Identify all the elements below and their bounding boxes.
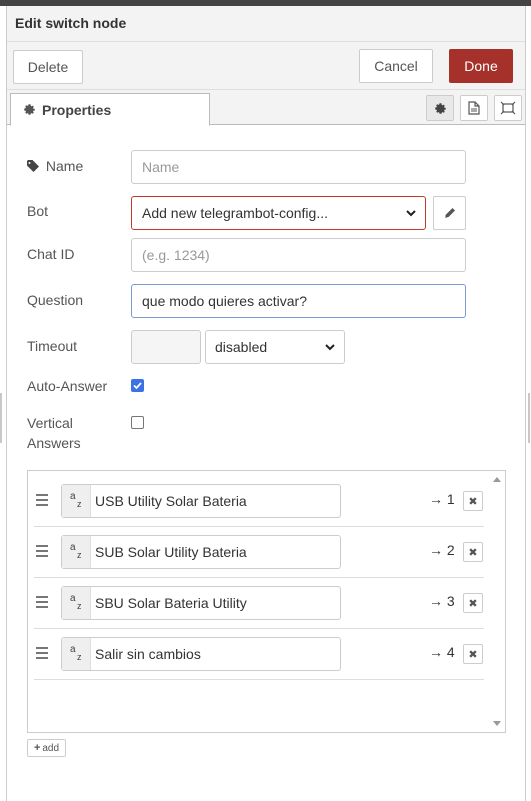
timeout-input[interactable] bbox=[131, 330, 201, 364]
rule-text: Salir sin cambios bbox=[95, 646, 201, 662]
appearance-icon bbox=[500, 101, 516, 115]
done-button[interactable]: Done bbox=[449, 49, 513, 83]
gear-icon bbox=[24, 104, 35, 115]
chatid-placeholder: (e.g. 1234) bbox=[142, 247, 210, 263]
string-type-icon[interactable]: a z bbox=[62, 587, 91, 619]
drag-handle-icon[interactable] bbox=[36, 596, 48, 611]
timeout-label: Timeout bbox=[27, 338, 78, 354]
pencil-icon bbox=[444, 208, 455, 218]
name-label-row: Name bbox=[27, 156, 83, 176]
rules-list: a z USB Utility Solar Bateria → 1 ✖ a z … bbox=[27, 470, 506, 733]
vertical-answers-checkbox[interactable] bbox=[131, 416, 144, 429]
output-port-label: → 3 bbox=[429, 593, 455, 609]
remove-rule-button[interactable]: ✖ bbox=[463, 644, 483, 664]
tab-description[interactable] bbox=[460, 95, 488, 121]
scroll-down-arrow-icon[interactable] bbox=[493, 721, 501, 726]
string-type-icon[interactable]: a z bbox=[62, 485, 91, 517]
gear-icon bbox=[434, 102, 446, 114]
left-border bbox=[6, 6, 7, 801]
drag-handle-icon[interactable] bbox=[36, 545, 48, 560]
remove-rule-button[interactable]: ✖ bbox=[463, 593, 483, 613]
close-icon: ✖ bbox=[468, 648, 478, 661]
rule-value-input[interactable]: a z SBU Solar Bateria Utility bbox=[61, 586, 341, 620]
tray-title: Edit switch node bbox=[15, 15, 127, 31]
list-item: a z USB Utility Solar Bateria → 1 ✖ bbox=[34, 476, 484, 527]
checkmark-icon bbox=[133, 382, 142, 390]
drag-handle-icon[interactable] bbox=[36, 494, 48, 509]
vertical-answers-label: Vertical Answers bbox=[27, 413, 81, 453]
name-placeholder: Name bbox=[142, 159, 180, 175]
autoanswer-label: Auto-Answer bbox=[27, 378, 108, 394]
output-port-label: → 4 bbox=[429, 644, 455, 660]
close-icon: ✖ bbox=[468, 495, 478, 508]
add-label: add bbox=[42, 742, 60, 754]
tab-properties-label: Properties bbox=[42, 101, 112, 118]
chatid-label: Chat ID bbox=[27, 246, 75, 262]
tab-bar: Properties bbox=[7, 90, 525, 126]
list-item: a z SUB Solar Utility Bateria → 2 ✖ bbox=[34, 527, 484, 578]
question-label: Question bbox=[27, 292, 84, 308]
rule-text: SBU Solar Bateria Utility bbox=[95, 595, 247, 611]
bot-select[interactable]: Add new telegrambot-config... bbox=[131, 196, 426, 230]
tab-appearance[interactable] bbox=[494, 95, 522, 121]
tab-properties[interactable]: Properties bbox=[10, 93, 210, 126]
output-port-label: → 2 bbox=[429, 542, 455, 558]
bot-select-value: Add new telegrambot-config... bbox=[142, 205, 328, 221]
tab-settings[interactable] bbox=[426, 95, 454, 121]
drag-handle-icon[interactable] bbox=[36, 647, 48, 662]
autoanswer-checkbox[interactable] bbox=[131, 379, 144, 392]
chatid-input[interactable]: (e.g. 1234) bbox=[131, 238, 466, 272]
close-icon: ✖ bbox=[468, 597, 478, 610]
scroll-up-arrow-icon[interactable] bbox=[493, 477, 501, 482]
output-port-label: → 1 bbox=[429, 491, 455, 507]
list-item: a z SBU Solar Bateria Utility → 3 ✖ bbox=[34, 578, 484, 629]
add-rule-button[interactable]: + add bbox=[27, 739, 66, 757]
remove-rule-button[interactable]: ✖ bbox=[463, 491, 483, 511]
rule-value-input[interactable]: a z USB Utility Solar Bateria bbox=[61, 484, 341, 518]
chevron-down-icon bbox=[406, 210, 416, 217]
chevron-down-icon bbox=[325, 344, 335, 351]
cancel-button[interactable]: Cancel bbox=[359, 49, 433, 83]
bot-label: Bot bbox=[27, 203, 49, 219]
timeout-unit-value: disabled bbox=[215, 339, 268, 355]
question-value: que modo quieres activar? bbox=[142, 293, 307, 309]
name-label: Name bbox=[45, 158, 84, 174]
name-input[interactable]: Name bbox=[131, 150, 466, 184]
list-item: a z Salir sin cambios → 4 ✖ bbox=[34, 629, 484, 680]
right-resize-grip[interactable] bbox=[528, 393, 530, 443]
tray-toolbar: Delete Cancel Done bbox=[7, 42, 525, 90]
rule-text: SUB Solar Utility Bateria bbox=[95, 544, 247, 560]
vertical-label-line2: Answers bbox=[27, 435, 81, 451]
document-icon bbox=[468, 101, 480, 115]
question-input[interactable]: que modo quieres activar? bbox=[131, 284, 466, 318]
close-icon: ✖ bbox=[468, 546, 478, 559]
string-type-icon[interactable]: a z bbox=[62, 638, 91, 670]
vertical-label-line1: Vertical bbox=[27, 415, 73, 431]
plus-icon: + bbox=[33, 742, 41, 754]
edit-bot-button[interactable] bbox=[433, 196, 466, 230]
tag-icon bbox=[27, 160, 39, 172]
right-border bbox=[525, 6, 526, 801]
rule-value-input[interactable]: a z SUB Solar Utility Bateria bbox=[61, 535, 341, 569]
timeout-unit-select[interactable]: disabled bbox=[205, 330, 345, 364]
string-type-icon[interactable]: a z bbox=[62, 536, 91, 568]
rule-value-input[interactable]: a z Salir sin cambios bbox=[61, 637, 341, 671]
remove-rule-button[interactable]: ✖ bbox=[463, 542, 483, 562]
left-resize-grip[interactable] bbox=[0, 393, 2, 443]
delete-button[interactable]: Delete bbox=[13, 50, 83, 84]
tray-header: Edit switch node bbox=[7, 6, 525, 42]
rule-text: USB Utility Solar Bateria bbox=[95, 493, 247, 509]
